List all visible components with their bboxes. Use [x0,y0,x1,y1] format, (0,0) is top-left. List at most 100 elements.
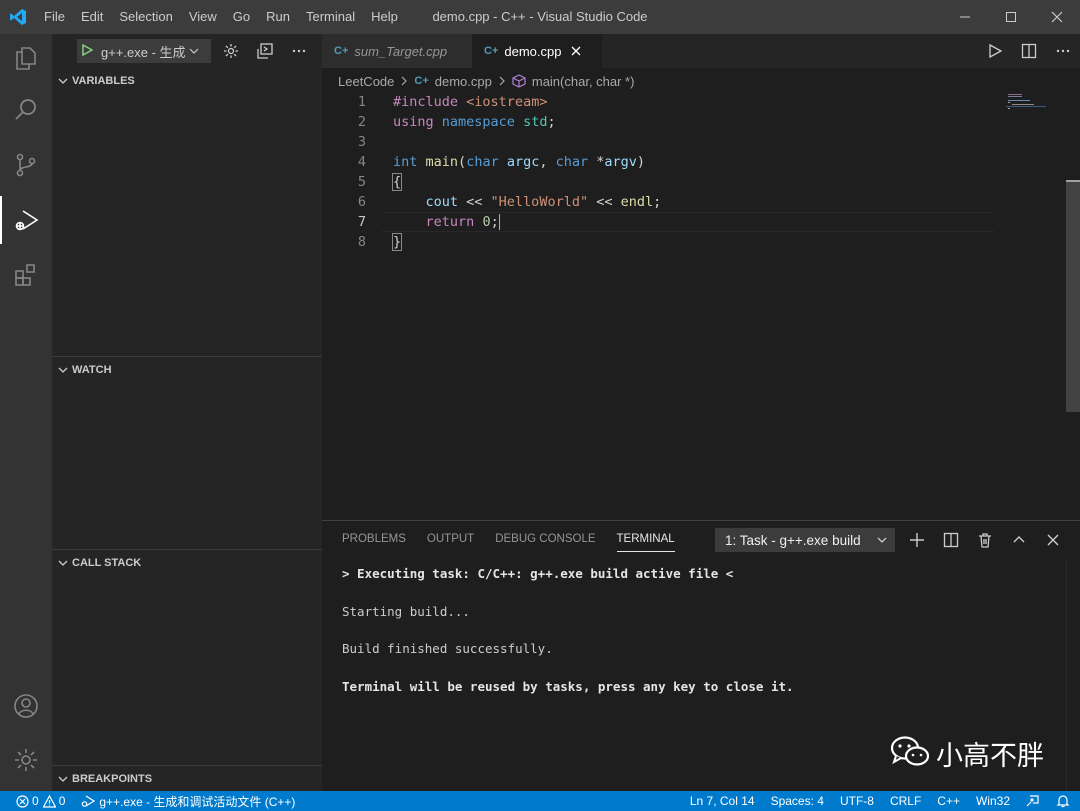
line-number: 4 [357,154,366,170]
editor-scrollbar[interactable] [1066,92,1080,520]
terminal-output[interactable]: > Executing task: C/C++: g++.exe build a… [342,565,794,715]
split-editor-icon[interactable] [1012,34,1046,68]
menu-bar: File Edit Selection View Go Run Terminal… [36,0,406,34]
tab-debug-console[interactable]: DEBUG CONSOLE [495,521,595,558]
activity-bar [0,34,52,791]
chevron-down-icon [877,533,887,548]
scrollbar-thumb[interactable] [1066,182,1080,412]
files-icon[interactable] [0,34,52,82]
chevron-down-icon [58,76,68,86]
encoding[interactable]: UTF-8 [840,794,874,808]
run-file-icon[interactable] [978,34,1012,68]
minimap[interactable] [1006,92,1066,122]
source-control-icon[interactable] [0,141,52,189]
debug-console-icon[interactable] [251,37,279,65]
close-window-button[interactable] [1034,0,1080,34]
minimize-button[interactable] [942,0,988,34]
tab-problems[interactable]: PROBLEMS [342,521,406,558]
warning-icon [42,794,56,808]
feedback-icon[interactable] [1026,794,1040,808]
start-debugging-icon[interactable] [81,43,94,59]
settings-gear-icon[interactable] [0,736,52,784]
split-terminal-icon[interactable] [934,526,968,554]
code-line: 4 int main(char argc, char *argv) [322,152,1080,172]
tab-sum-target[interactable]: C+ sum_Target.cpp [322,34,472,68]
terminal-line: Starting build... [342,603,470,619]
more-actions-icon[interactable] [1046,34,1080,68]
end-of-line[interactable]: CRLF [890,794,921,808]
breadcrumb-file[interactable]: demo.cpp [435,74,492,89]
cpp-file-icon: C+ [334,45,349,57]
new-terminal-plus-icon[interactable] [900,526,934,554]
menu-go[interactable]: Go [225,0,258,34]
code-line-text: { [391,173,403,191]
extensions-icon[interactable] [0,251,52,299]
chevron-down-icon [58,774,68,784]
breakpoints-section-header[interactable]: BREAKPOINTS [52,768,322,790]
menu-edit[interactable]: Edit [73,0,111,34]
watch-section-title: WATCH [72,364,112,376]
menu-selection[interactable]: Selection [111,0,180,34]
debug-config-select[interactable]: g++.exe - 生成 [77,39,211,63]
code-line: 7 return 0; [322,212,1080,232]
panel-actions [900,526,1070,554]
call-stack-section-header[interactable]: CALL STACK [52,552,322,574]
chevron-down-icon [58,558,68,568]
line-number: 1 [357,94,366,110]
code-line: 3 [322,132,1080,152]
terminal-line: Terminal will be reused by tasks, press … [342,678,794,694]
breadcrumb-folder[interactable]: LeetCode [338,74,394,89]
debug-target-status[interactable]: g++.exe - 生成和调试活动文件 (C++) [81,793,295,810]
code-line: 5 { [322,172,1080,192]
breadcrumb-symbol[interactable]: main(char, char *) [532,74,635,89]
window-controls [942,0,1080,34]
language-mode[interactable]: C++ [937,794,960,808]
status-left: 0 0 g++.exe - 生成和调试活动文件 (C++) [0,793,307,810]
terminal-select[interactable]: 1: Task - g++.exe build [715,528,895,552]
notifications-bell-icon[interactable] [1056,794,1070,808]
menu-file[interactable]: File [36,0,73,34]
error-count: 0 [32,794,39,808]
divider [52,765,322,766]
debug-toolbar: g++.exe - 生成 [52,34,322,68]
indentation[interactable]: Spaces: 4 [771,794,824,808]
tab-output[interactable]: OUTPUT [427,521,474,558]
code-line-text: int main(char argc, char *argv) [393,154,646,170]
error-icon [16,794,29,808]
menu-terminal[interactable]: Terminal [298,0,363,34]
method-cube-icon [512,74,526,88]
trash-icon[interactable] [968,526,1002,554]
chevron-up-icon[interactable] [1002,526,1036,554]
menu-help[interactable]: Help [363,0,406,34]
platform[interactable]: Win32 [976,794,1010,808]
search-icon[interactable] [0,86,52,134]
debug-config-label: g++.exe - 生成 [101,44,186,60]
debug-target-label: g++.exe - 生成和调试活动文件 (C++) [99,794,296,809]
open-launch-json-gear-icon[interactable] [217,37,245,65]
variables-section-title: VARIABLES [72,75,135,87]
editor-actions [978,34,1080,68]
more-actions-icon[interactable] [285,37,313,65]
code-line: 2 using namespace std; [322,112,1080,132]
line-number: 2 [357,114,366,130]
problems-status[interactable]: 0 0 [16,794,65,808]
tab-label: demo.cpp [504,43,562,59]
watch-section-header[interactable]: WATCH [52,359,322,381]
account-icon[interactable] [0,682,52,730]
run-debug-icon[interactable] [0,196,52,244]
variables-section-header[interactable]: VARIABLES [52,70,322,92]
tab-demo[interactable]: C+ demo.cpp [472,34,602,68]
terminal-scrollbar[interactable] [1066,559,1080,792]
tab-terminal[interactable]: TERMINAL [616,521,675,558]
tab-label: sum_Target.cpp [354,43,448,59]
close-tab-icon[interactable] [571,46,581,56]
menu-view[interactable]: View [181,0,225,34]
terminal-line: Build finished successfully. [342,641,553,656]
maximize-button[interactable] [988,0,1034,34]
cpp-file-icon: C+ [484,45,499,57]
cursor-position[interactable]: Ln 7, Col 14 [690,794,755,808]
close-panel-icon[interactable] [1036,526,1070,554]
editor-tabs: C+ sum_Target.cpp C+ demo.cpp [322,34,1080,68]
code-line: 1 #include <iostream> [322,92,1080,112]
menu-run[interactable]: Run [258,0,298,34]
